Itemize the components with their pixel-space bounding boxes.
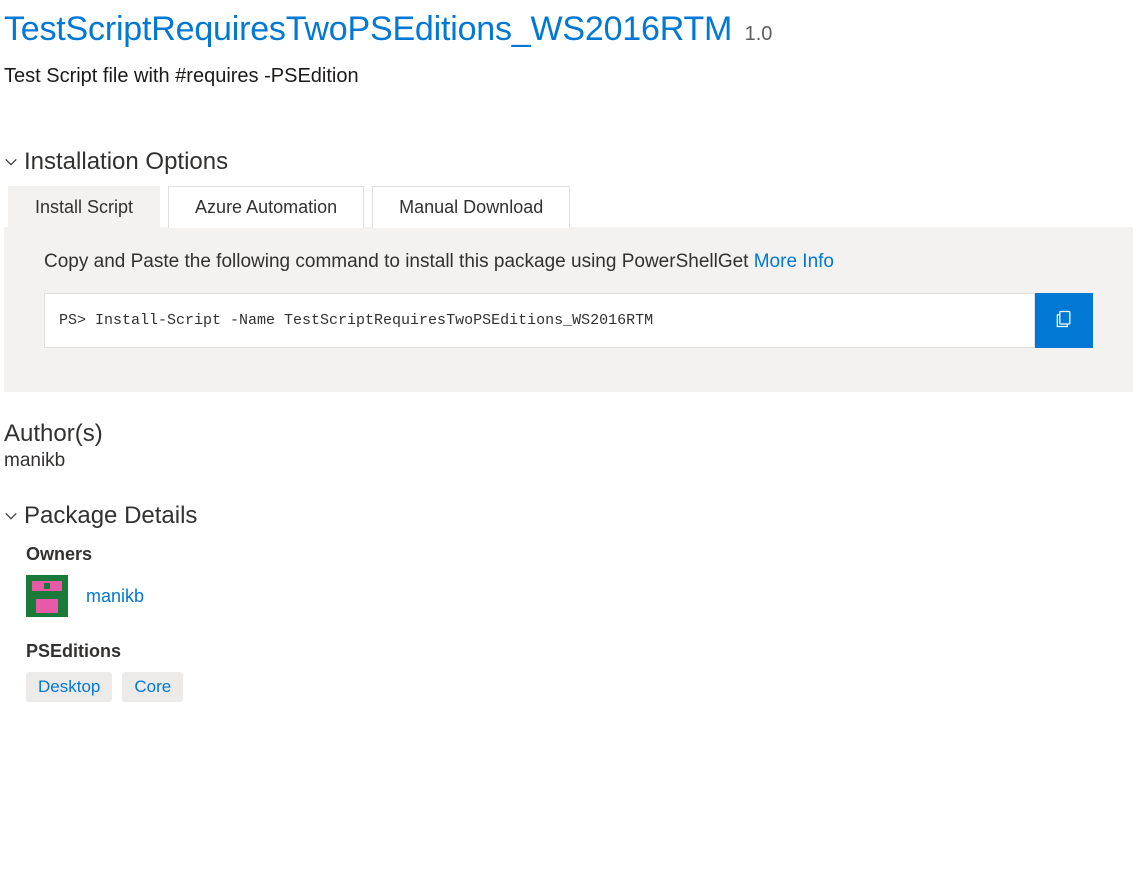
chevron-down-icon <box>4 509 18 523</box>
install-instruction-row: Copy and Paste the following command to … <box>44 251 1093 273</box>
owners-label: Owners <box>26 544 1133 565</box>
owner-row: manikb <box>26 575 1133 617</box>
authors-block: Author(s) manikb <box>4 420 1133 472</box>
install-instruction: Copy and Paste the following command to … <box>44 251 748 272</box>
chevron-down-icon <box>4 155 18 169</box>
owner-avatar[interactable] <box>26 575 68 617</box>
authors-value: manikb <box>4 450 1133 472</box>
package-title[interactable]: TestScriptRequiresTwoPSEditions_WS2016RT… <box>4 10 732 48</box>
tab-azure-automation[interactable]: Azure Automation <box>168 186 364 228</box>
install-tabs: Install Script Azure Automation Manual D… <box>8 186 1133 228</box>
pseditions-tags: Desktop Core <box>26 672 1133 702</box>
package-details-header[interactable]: Package Details <box>4 502 1133 530</box>
tab-manual-download[interactable]: Manual Download <box>372 186 570 228</box>
psedition-tag-desktop[interactable]: Desktop <box>26 672 112 702</box>
more-info-link[interactable]: More Info <box>754 251 834 272</box>
install-panel: Copy and Paste the following command to … <box>4 227 1133 392</box>
copy-button[interactable] <box>1035 293 1093 348</box>
package-details-title: Package Details <box>24 502 197 530</box>
installation-options-header[interactable]: Installation Options <box>4 148 1133 176</box>
package-description: Test Script file with #requires -PSEditi… <box>4 65 1133 88</box>
copy-icon <box>1054 308 1074 333</box>
installation-options-title: Installation Options <box>24 148 228 176</box>
owner-link[interactable]: manikb <box>86 586 144 607</box>
tab-install-script[interactable]: Install Script <box>8 186 160 228</box>
package-title-row: TestScriptRequiresTwoPSEditions_WS2016RT… <box>4 10 1133 49</box>
psedition-tag-core[interactable]: Core <box>122 672 183 702</box>
package-version: 1.0 <box>745 23 773 45</box>
authors-label: Author(s) <box>4 420 1133 448</box>
pseditions-label: PSEditions <box>26 641 1133 662</box>
install-command[interactable]: PS> Install-Script -Name TestScriptRequi… <box>44 293 1035 348</box>
